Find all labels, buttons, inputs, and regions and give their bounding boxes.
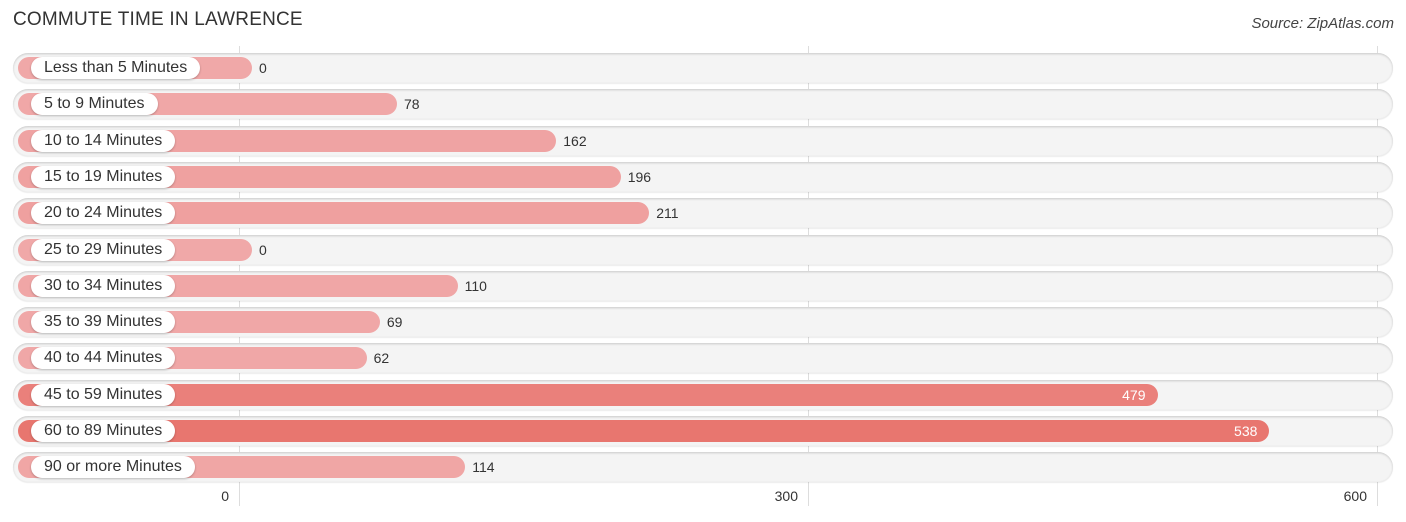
x-tick-label: 0 xyxy=(221,488,229,504)
value-label: 69 xyxy=(386,314,403,331)
value-label: 479 xyxy=(1122,386,1146,403)
bar xyxy=(18,420,1270,442)
value-label: 62 xyxy=(373,350,390,367)
bar xyxy=(18,383,1158,406)
category-label: 40 to 44 Minutes xyxy=(31,347,176,370)
value-label: 114 xyxy=(472,459,495,476)
category-label: 35 to 39 Minutes xyxy=(31,311,176,334)
category-label: 10 to 14 Minutes xyxy=(31,129,176,152)
value-label: 110 xyxy=(464,277,487,294)
value-label: 196 xyxy=(627,168,652,185)
category-label: Less than 5 Minutes xyxy=(31,57,201,79)
category-label: 30 to 34 Minutes xyxy=(31,274,176,297)
category-label: 45 to 59 Minutes xyxy=(31,383,176,406)
value-label: 211 xyxy=(656,205,679,222)
value-label: 162 xyxy=(563,132,587,149)
chart-area: 0 300 600 Less than 5 Minutes 0 5 to 9 Minute… xyxy=(0,0,1406,522)
value-label: 0 xyxy=(259,241,267,258)
category-label: 60 to 89 Minutes xyxy=(31,420,176,442)
category-label: 90 or more Minutes xyxy=(31,456,195,479)
category-label: 15 to 19 Minutes xyxy=(31,165,176,188)
value-label: 78 xyxy=(403,96,420,113)
x-tick-label: 300 xyxy=(774,488,798,504)
value-label: 538 xyxy=(1234,423,1258,439)
category-label: 5 to 9 Minutes xyxy=(31,93,158,116)
category-label: 25 to 29 Minutes xyxy=(31,238,176,261)
category-label: 20 to 24 Minutes xyxy=(31,202,176,225)
value-label: 0 xyxy=(259,60,267,76)
x-tick-label: 600 xyxy=(1343,488,1367,504)
